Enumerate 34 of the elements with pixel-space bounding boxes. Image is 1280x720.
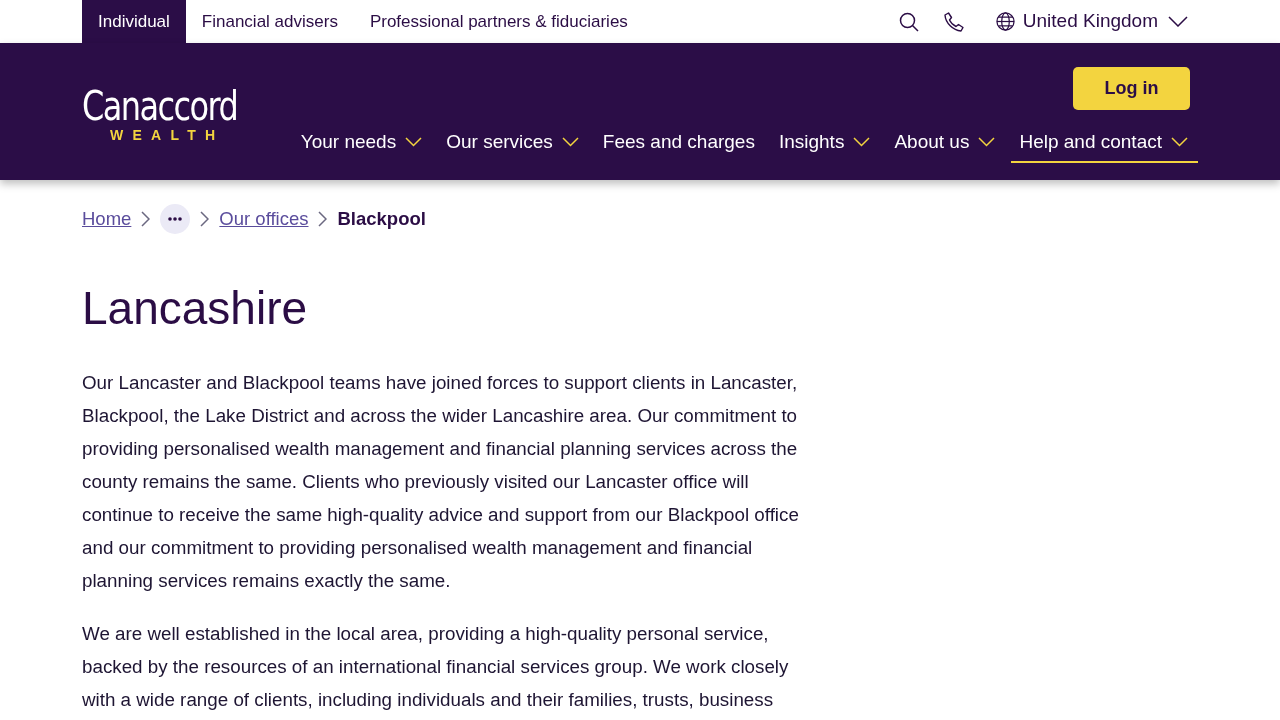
- nav-item[interactable]: Help and contact: [1011, 123, 1198, 163]
- breadcrumb-more-button[interactable]: [160, 204, 191, 234]
- audience-tab[interactable]: Financial advisers: [185, 0, 354, 43]
- nav-item[interactable]: Your needs: [292, 123, 433, 163]
- canaccord-logo[interactable]: Canaccord WEALTH: [82, 86, 248, 142]
- breadcrumb-current: Blackpool: [337, 207, 426, 232]
- chevron-down-icon: [1168, 16, 1188, 27]
- chevron-down-icon: [561, 137, 579, 147]
- audience-tab[interactable]: Individual: [82, 0, 186, 43]
- search-button[interactable]: [898, 11, 919, 32]
- nav-item[interactable]: About us: [886, 123, 1006, 163]
- breadcrumb-link[interactable]: Home: [82, 205, 132, 233]
- phone-button[interactable]: [943, 11, 964, 32]
- chevron-right-icon: [318, 211, 328, 227]
- chevron-down-icon: [1171, 137, 1188, 147]
- chevron-down-icon: [853, 137, 871, 147]
- chevron-right-icon: [200, 211, 210, 227]
- login-button[interactable]: Log in: [1073, 67, 1190, 110]
- region-selector[interactable]: United Kingdom: [995, 7, 1198, 36]
- page-heading: Lancashire: [82, 281, 309, 336]
- chevron-right-icon: [141, 211, 151, 227]
- phone-icon: [943, 11, 964, 32]
- nav-item[interactable]: Fees and charges: [594, 123, 765, 163]
- body-paragraph: We are well established in the local area, providing a high-quality personal service, backed by the resources of an international financial services group. We work closely with a wide range of clients, including individuals and their families, trusts, business: [82, 622, 790, 713]
- search-icon: [898, 11, 919, 32]
- nav-item[interactable]: Insights: [770, 123, 881, 163]
- chevron-down-icon: [405, 137, 423, 147]
- chevron-down-icon: [978, 137, 996, 147]
- nav-item[interactable]: Our services: [438, 123, 589, 163]
- audience-tab[interactable]: Professional partners & fiduciaries: [353, 0, 644, 43]
- breadcrumb-link[interactable]: Our offices: [219, 205, 309, 233]
- globe-icon: [995, 12, 1015, 31]
- ellipsis-icon: [168, 217, 183, 221]
- body-paragraph: Our Lancaster and Blackpool teams have joined forces to support clients in Lancaster, Blackpool, the Lake District and across the wider Lancashire area. Our commitment to providing personalised wealth management and financial planning services across the county remains the same. Clients who previously visited our Lancaster office will continue to receive the same high-quality advice and support from our Blackpool office and our commitment to providing personalised wealth management and financial planning services remains exactly the same.: [82, 371, 800, 594]
